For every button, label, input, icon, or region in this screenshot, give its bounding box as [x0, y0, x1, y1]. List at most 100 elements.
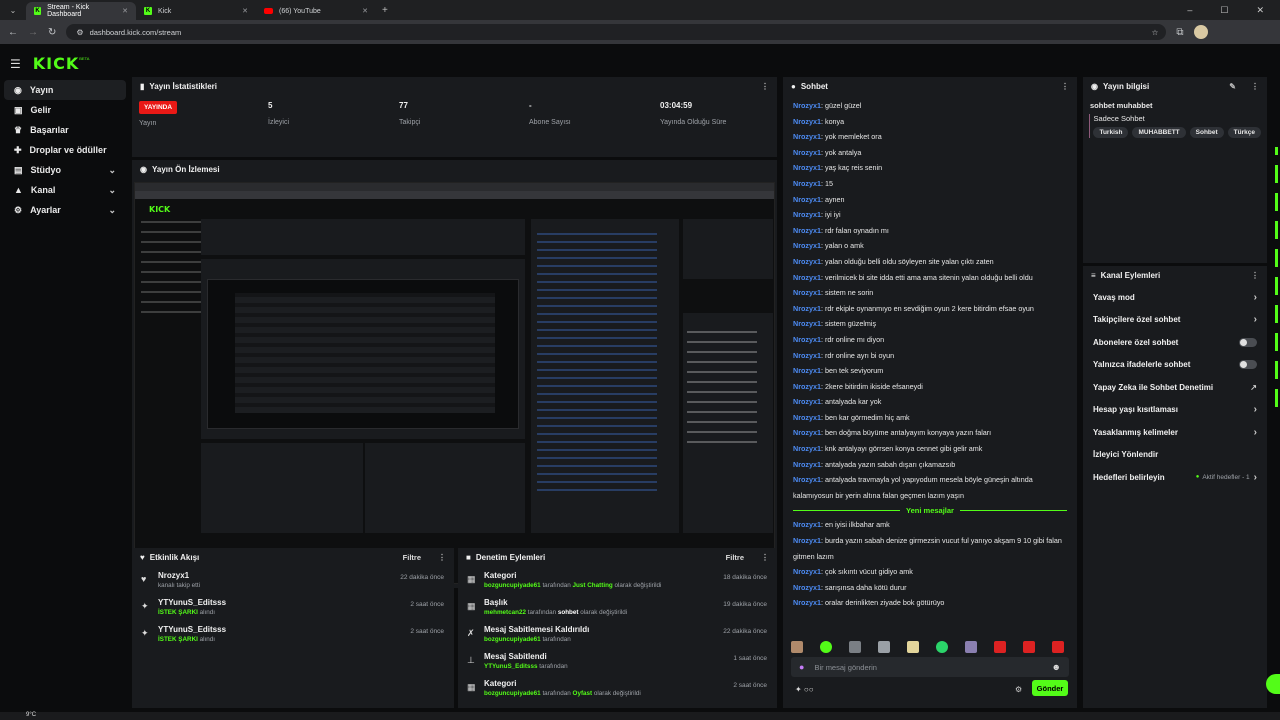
chevron-down-icon[interactable]: ⌄: [108, 185, 116, 196]
channel-action-1[interactable]: Takipçilere özel sohbet ›: [1083, 309, 1267, 332]
chat-username[interactable]: Nrozyx1: [793, 598, 821, 607]
chevron-down-icon[interactable]: ⌄: [108, 205, 116, 216]
channel-action-5[interactable]: Hesap yaşı kısıtlaması ›: [1083, 399, 1267, 422]
chat-username[interactable]: Nrozyx1: [793, 567, 821, 576]
emote-icon[interactable]: [1023, 641, 1035, 653]
more-options-icon[interactable]: ⋮: [438, 553, 446, 562]
channel-action-0[interactable]: Yavaş mod ›: [1083, 286, 1267, 309]
stream-tag[interactable]: MUHABBETT: [1132, 127, 1186, 138]
chat-username[interactable]: Nrozyx1: [793, 195, 821, 204]
sidebar-item-4[interactable]: ▤ Stüdyo ⌄: [4, 160, 126, 180]
channel-action-7[interactable]: İzleyici Yönlendir: [1083, 444, 1267, 467]
profile-avatar[interactable]: [1193, 25, 1208, 39]
chat-username[interactable]: Nrozyx1: [793, 428, 821, 437]
emote-icon[interactable]: [791, 641, 803, 653]
site-info-icon[interactable]: ⚙: [76, 28, 83, 37]
chat-input[interactable]: ● Bir mesaj gönderin ☻: [791, 657, 1069, 677]
stream-preview-video[interactable]: KICK: [134, 182, 775, 584]
chevron-right-icon[interactable]: ›: [1254, 427, 1257, 438]
chat-username[interactable]: Nrozyx1: [793, 304, 821, 313]
chat-username[interactable]: Nrozyx1: [793, 179, 821, 188]
emote-icon[interactable]: [994, 641, 1006, 653]
send-button[interactable]: Gönder: [1032, 680, 1068, 696]
toggle-switch[interactable]: [1239, 337, 1257, 347]
channel-action-8[interactable]: Hedefleri belirleyin ● Aktif hedefler - 1 ›: [1083, 466, 1267, 489]
emoji-picker-icon[interactable]: ☻: [1052, 662, 1061, 672]
chat-username[interactable]: Nrozyx1: [793, 288, 821, 297]
stream-tag[interactable]: Türkçe: [1227, 127, 1261, 138]
chevron-right-icon[interactable]: ›: [1254, 314, 1257, 325]
stream-tag[interactable]: Sohbet: [1189, 127, 1224, 138]
chat-username[interactable]: Nrozyx1: [793, 520, 821, 529]
emote-icon[interactable]: [849, 641, 861, 653]
chevron-right-icon[interactable]: ›: [1254, 292, 1257, 303]
close-icon[interactable]: ✕: [122, 7, 128, 15]
chat-username[interactable]: Nrozyx1: [793, 226, 821, 235]
chat-username[interactable]: Nrozyx1: [793, 475, 821, 484]
chat-username[interactable]: Nrozyx1: [793, 335, 821, 344]
chat-username[interactable]: Nrozyx1: [793, 163, 821, 172]
browser-tab-dashboard[interactable]: K Stream - Kick Dashboard ✕: [26, 2, 136, 20]
moderator-name[interactable]: mehmetcan22: [484, 609, 526, 616]
chat-username[interactable]: Nrozyx1: [793, 101, 821, 110]
chat-username[interactable]: Nrozyx1: [793, 319, 821, 328]
close-icon[interactable]: ✕: [362, 7, 368, 15]
reload-icon[interactable]: ↻: [48, 27, 56, 38]
address-bar[interactable]: ⚙ dashboard.kick.com/stream ☆: [66, 24, 1167, 40]
hamburger-menu-icon[interactable]: ☰: [10, 57, 21, 71]
maximize-icon[interactable]: ☐: [1220, 5, 1228, 16]
chevron-right-icon[interactable]: ›: [1254, 472, 1257, 483]
sidebar-item-3[interactable]: ✚ Droplar ve ödüller: [4, 140, 126, 160]
back-icon[interactable]: ←: [8, 27, 18, 38]
filter-button[interactable]: Filtre: [403, 553, 421, 562]
emote-icon[interactable]: [936, 641, 948, 653]
chat-username[interactable]: Nrozyx1: [793, 148, 821, 157]
more-options-icon[interactable]: ⋮: [1251, 271, 1259, 280]
edit-icon[interactable]: ✎: [1229, 82, 1236, 91]
sidebar-item-2[interactable]: ♛ Başarılar: [4, 120, 126, 140]
chat-username[interactable]: Nrozyx1: [793, 397, 821, 406]
chat-username[interactable]: Nrozyx1: [793, 351, 821, 360]
moderator-name[interactable]: bozguncupiyade61: [484, 582, 541, 589]
chat-username[interactable]: Nrozyx1: [793, 257, 821, 266]
chat-username[interactable]: Nrozyx1: [793, 536, 821, 545]
sidebar-item-0[interactable]: ◉ Yayın: [4, 80, 126, 100]
moderator-name[interactable]: YTYunuS_Editsss: [484, 663, 538, 670]
toggle-switch[interactable]: [1239, 360, 1257, 370]
microphone-icon[interactable]: ●: [799, 662, 804, 672]
chat-username[interactable]: Nrozyx1: [793, 117, 821, 126]
more-options-icon[interactable]: ⋮: [761, 553, 769, 562]
new-tab-button[interactable]: +: [382, 5, 388, 16]
emote-icon[interactable]: [907, 641, 919, 653]
chat-username[interactable]: Nrozyx1: [793, 382, 821, 391]
emote-icon[interactable]: [878, 641, 890, 653]
close-window-icon[interactable]: ✕: [1256, 5, 1264, 16]
sidebar-item-6[interactable]: ⚙ Ayarlar ⌄: [4, 200, 126, 220]
more-options-icon[interactable]: ⋮: [1251, 82, 1259, 91]
chevron-down-icon[interactable]: ⌄: [108, 165, 116, 176]
close-icon[interactable]: ✕: [242, 7, 248, 15]
chat-username[interactable]: Nrozyx1: [793, 444, 821, 453]
chat-username[interactable]: Nrozyx1: [793, 241, 821, 250]
forward-icon[interactable]: →: [28, 27, 38, 38]
chevron-right-icon[interactable]: ›: [1254, 404, 1257, 415]
filter-button[interactable]: Filtre: [726, 553, 744, 562]
emote-icon[interactable]: [1052, 641, 1064, 653]
stream-tag[interactable]: Turkish: [1093, 127, 1129, 138]
more-options-icon[interactable]: ⋮: [761, 82, 769, 91]
channel-action-4[interactable]: Yapay Zeka ile Sohbet Denetimi ↗: [1083, 376, 1267, 399]
channel-action-6[interactable]: Yasaklanmış kelimeler ›: [1083, 421, 1267, 444]
emote-icon[interactable]: [965, 641, 977, 653]
browser-tab-kick[interactable]: K Kick ✕: [136, 2, 256, 20]
sidebar-item-1[interactable]: ▣ Gelir: [4, 100, 126, 120]
browser-tab-youtube[interactable]: (66) YouTube ✕: [256, 2, 376, 20]
chat-username[interactable]: Nrozyx1: [793, 132, 821, 141]
bookmark-star-icon[interactable]: ☆: [1152, 28, 1159, 37]
moderator-name[interactable]: bozguncupiyade61: [484, 636, 541, 643]
chat-username[interactable]: Nrozyx1: [793, 210, 821, 219]
kick-logo[interactable]: KICK: [33, 54, 80, 73]
activity-user[interactable]: YTYunuS_Editsss: [158, 625, 444, 634]
help-button[interactable]: [1266, 674, 1280, 694]
extensions-icon[interactable]: ⧉: [1176, 27, 1183, 38]
chat-username[interactable]: Nrozyx1: [793, 460, 821, 469]
